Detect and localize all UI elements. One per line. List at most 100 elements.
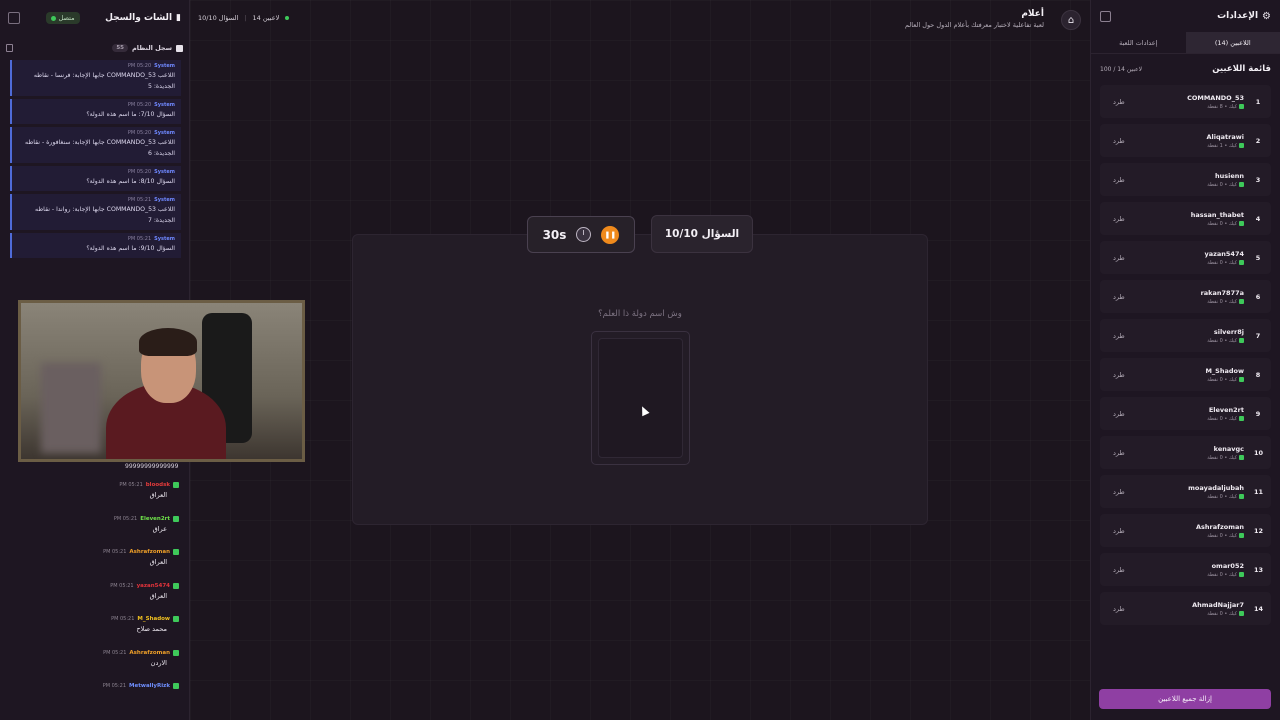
kick-player-button[interactable]: طرد [1113, 605, 1125, 613]
flag-image-placeholder [598, 338, 683, 458]
kick-player-button[interactable]: طرد [1113, 254, 1125, 262]
player-name: silverr8j [1213, 327, 1244, 336]
player-name: AhmadNajjar7 [1192, 600, 1244, 609]
player-name: Ashrafzoman [1196, 522, 1244, 531]
chat-username[interactable]: Ashrafzoman [129, 650, 170, 656]
player-score-text: كيك • 0 نقطة [1207, 454, 1237, 461]
timer-box: 30s ❚❚ [527, 216, 635, 253]
kick-badge-icon [173, 549, 179, 555]
panel-toggle-icon[interactable] [8, 12, 20, 24]
kick-player-button[interactable]: طرد [1113, 98, 1125, 106]
chat-time: PM 05:21 [103, 649, 127, 656]
connection-status-text: متصل [58, 14, 75, 22]
system-log-tab-text: سجل النظام [132, 44, 172, 52]
trash-icon[interactable] [6, 44, 13, 52]
system-message-time: PM 05:21 [127, 236, 152, 242]
player-name: hassan_thabet [1190, 210, 1244, 219]
clock-icon [576, 227, 592, 242]
player-rank: 2 [1255, 136, 1261, 145]
chat-message: bloodsk PM 05:21 العراق [0, 478, 179, 512]
player-rank: 14 [1254, 604, 1264, 613]
system-message: System PM 05:20 اللاعب COMMANDO_53 جابها ا… [10, 127, 181, 163]
kick-player-button[interactable]: طرد [1113, 293, 1125, 301]
tab-players[interactable]: اللاعبين (14) [1185, 32, 1280, 54]
kick-player-button[interactable]: طرد [1113, 137, 1125, 145]
chat-message-text: الاردن [150, 658, 167, 667]
player-score-text: كيك • 0 نقطة [1207, 259, 1237, 266]
player-row: طرد kenavgc كيك • 0 نقطة 10 [1100, 436, 1271, 469]
system-message-time: PM 05:21 [127, 197, 152, 203]
system-log-icon [176, 44, 183, 52]
player-rank: 13 [1254, 565, 1264, 574]
kick-player-button[interactable]: طرد [1113, 332, 1125, 340]
player-name-block: COMMANDO_53 كيك • 8 نقطة [1187, 94, 1244, 110]
kick-badge-icon [1239, 221, 1244, 226]
kick-player-button[interactable]: طرد [1113, 527, 1125, 535]
chat-username[interactable]: MetwallyRizk [129, 683, 170, 689]
player-name: COMMANDO_53 [1187, 93, 1244, 102]
kick-badge-icon [1239, 143, 1244, 148]
system-message-meta: System PM 05:20 [18, 63, 175, 69]
game-title: أعلام [1021, 9, 1044, 19]
streamer-webcam [18, 300, 305, 462]
system-message-meta: System PM 05:21 [18, 197, 175, 203]
kick-player-button[interactable]: طرد [1113, 566, 1125, 574]
system-message: System PM 05:20 السؤال 7/10: ما اسم هذه ال… [10, 99, 181, 124]
system-message: System PM 05:20 اللاعب COMMANDO_53 جابها ا… [10, 60, 181, 96]
pause-button[interactable]: ❚❚ [601, 225, 620, 244]
player-score-text: كيك • 8 نقطة [1207, 103, 1237, 110]
kick-player-button[interactable]: طرد [1113, 449, 1125, 457]
player-score-text: كيك • 0 نقطة [1207, 376, 1237, 383]
kick-badge-icon [1239, 533, 1244, 538]
kick-badge-icon [173, 482, 179, 488]
player-name: yazan5474 [1204, 249, 1244, 258]
chat-message: M_Shadow PM 05:21 محمد صلاح [0, 612, 179, 646]
tab-game-settings[interactable]: إعدادات اللعبة [1091, 32, 1186, 54]
system-message-source: System [154, 130, 175, 136]
player-name-block: M_Shadow كيك • 0 نقطة [1205, 367, 1244, 383]
chat-username[interactable]: bloodsk [146, 482, 170, 488]
player-score: كيك • 0 نقطة [1207, 338, 1244, 344]
chat-message-text: العراق [149, 491, 167, 499]
player-name-block: kenavgc كيك • 0 نقطة [1207, 445, 1244, 461]
chat-username[interactable]: Eleven2rt [140, 516, 170, 522]
chat-message-list: bloodsk PM 05:21 العراق Eleven2rt PM 05:21 عر… [0, 478, 179, 713]
player-row: طرد hassan_thabet كيك • 0 نقطة 4 [1100, 202, 1271, 235]
player-rank: 10 [1254, 448, 1264, 457]
settings-tabs: إعدادات اللعبة اللاعبين (14) [1091, 32, 1280, 54]
kick-all-players-button[interactable]: إزالة جميع اللاعبين [1099, 689, 1271, 709]
panel-toggle-icon[interactable] [1100, 10, 1111, 22]
kick-badge-icon [1239, 338, 1244, 343]
gear-icon: ⚙ [1262, 10, 1271, 22]
player-score: كيك • 1 نقطة [1207, 143, 1244, 149]
system-log-label: 55 سجل النظام [112, 44, 183, 52]
system-message: System PM 05:21 السؤال 9/10: ما اسم هذه ال… [10, 233, 181, 258]
chat-time: PM 05:21 [110, 582, 134, 589]
player-info: omar052 كيك • 0 نقطة 13 [1207, 562, 1264, 578]
webcam-caption: 99999999999999 [125, 463, 179, 470]
player-score: كيك • 0 نقطة [1201, 299, 1244, 305]
player-name: Aliqatrawi [1206, 132, 1244, 141]
player-info: moayadaljubah كيك • 0 نقطة 11 [1188, 484, 1263, 500]
kick-player-button[interactable]: طرد [1113, 488, 1125, 496]
system-message: System PM 05:20 السؤال 8/10: ما اسم هذه ال… [10, 166, 181, 191]
chat-username[interactable]: Ashrafzoman [129, 549, 170, 555]
system-message-time: PM 05:20 [127, 130, 152, 136]
kick-player-button[interactable]: طرد [1113, 215, 1125, 223]
chat-username[interactable]: yazan5474 [137, 583, 170, 589]
player-row: طرد rakan7877a كيك • 0 نقطة 6 [1100, 280, 1271, 313]
kick-player-button[interactable]: طرد [1113, 371, 1125, 379]
status-separator: | [244, 14, 247, 22]
home-button[interactable]: ⌂ [1061, 10, 1081, 30]
chat-username[interactable]: M_Shadow [137, 616, 170, 622]
player-name: Eleven2rt [1208, 405, 1244, 414]
kick-player-button[interactable]: طرد [1113, 176, 1125, 184]
players-list-header: 100 / 14 لاعبين قائمة اللاعبين [1100, 64, 1271, 74]
chat-message: yazan5474 PM 05:21 العراق [0, 579, 179, 613]
player-score-text: كيك • 0 نقطة [1207, 610, 1237, 617]
kick-player-button[interactable]: طرد [1113, 410, 1125, 418]
system-message-source: System [154, 236, 175, 242]
player-row: طرد yazan5474 كيك • 0 نقطة 5 [1100, 241, 1271, 274]
system-log-tab[interactable]: 55 سجل النظام [6, 40, 183, 56]
chat-message-text: العراق [149, 558, 167, 566]
